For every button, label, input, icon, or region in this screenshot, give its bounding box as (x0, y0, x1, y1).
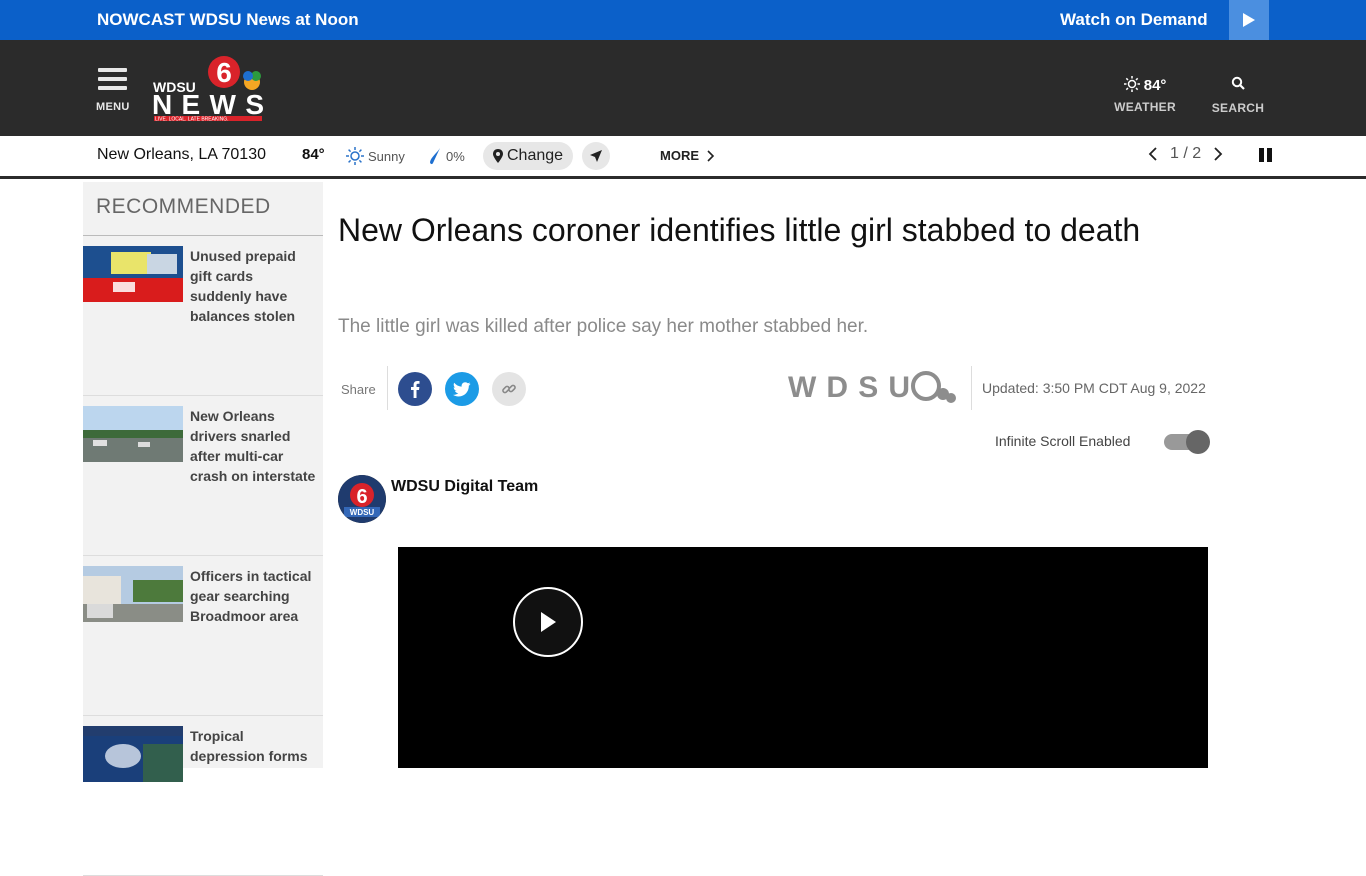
recommended-item[interactable]: Unused prepaid gift cards suddenly have … (83, 236, 323, 396)
change-location-button[interactable]: Change (483, 142, 574, 170)
facebook-icon (411, 381, 420, 398)
hamburger-icon-line (98, 77, 127, 81)
copy-link-button[interactable] (492, 372, 526, 406)
weather-more-button[interactable]: MORE (660, 148, 715, 163)
weather-location: New Orleans, LA 70130 (97, 146, 266, 163)
svg-text:6: 6 (216, 57, 232, 88)
weather-pager: 1 / 2 (1148, 145, 1223, 163)
thumbnail-interstate (83, 406, 183, 462)
weather-strip: New Orleans, LA 70130 84° Sunny 0% Chang… (0, 136, 1366, 179)
header-weather-button[interactable]: 84° WEATHER (1112, 76, 1178, 114)
wdsu-brand-logo: WDSU (788, 371, 956, 404)
recommended-item[interactable]: Officers in tactical gear searching Broa… (83, 556, 323, 716)
hamburger-icon (98, 68, 127, 72)
watch-on-demand-link[interactable]: Watch on Demand (1060, 0, 1208, 40)
recommended-item[interactable]: New Orleans drivers snarled after multi-… (83, 396, 323, 556)
link-icon (502, 384, 516, 394)
recommended-item-title: Officers in tactical gear searching Broa… (190, 568, 312, 624)
weather-precip: 0% (428, 147, 465, 165)
header-search-button[interactable]: SEARCH (1208, 76, 1268, 115)
sun-icon (1123, 76, 1140, 92)
svg-text:6: 6 (356, 486, 367, 508)
video-play-button[interactable] (513, 587, 583, 657)
hamburger-icon-line (98, 86, 127, 90)
recommended-item-title: Tropical depression forms (190, 728, 308, 764)
menu-label: MENU (96, 101, 130, 113)
twitter-icon (453, 381, 471, 396)
article-headline: New Orleans coroner identifies little gi… (338, 212, 1141, 248)
chevron-right-icon (707, 149, 715, 162)
weather-condition: Sunny (346, 147, 405, 165)
watch-on-demand-play-button[interactable] (1229, 0, 1269, 40)
map-pin-icon (493, 149, 503, 163)
author-avatar[interactable]: 6 WDSU (338, 475, 386, 523)
updated-timestamp: Updated: 3:50 PM CDT Aug 9, 2022 (982, 380, 1206, 396)
recommended-heading: RECOMMENDED (96, 195, 271, 218)
raindrop-icon (430, 148, 440, 165)
chevron-right-icon[interactable] (1213, 147, 1223, 161)
recommended-item[interactable]: Tropical depression forms (83, 716, 323, 876)
pager-count: 1 / 2 (1170, 145, 1202, 162)
header-search-label: SEARCH (1211, 101, 1265, 115)
author-name[interactable]: WDSU Digital Team (391, 478, 538, 496)
geolocate-button[interactable] (582, 142, 610, 170)
play-icon (541, 612, 556, 632)
facebook-share-button[interactable] (398, 372, 432, 406)
wdsu-news-logo[interactable]: 6 WDSU NEWS LIVE. LOCAL. LATE BREAKING. (152, 52, 272, 124)
toggle-knob (1186, 430, 1210, 454)
weather-temp: 84° (302, 146, 325, 163)
video-player[interactable] (398, 547, 1208, 768)
recommended-sidebar: RECOMMENDED Unused prepaid gift cards su… (83, 182, 323, 876)
header-weather-label: WEATHER (1114, 100, 1176, 114)
recommended-item-title: New Orleans drivers snarled after multi-… (190, 408, 316, 484)
twitter-share-button[interactable] (445, 372, 479, 406)
menu-button[interactable]: MENU (96, 68, 130, 114)
thumbnail-giftcards (83, 246, 183, 302)
search-icon (1231, 76, 1245, 90)
site-header: MENU 6 WDSU NEWS LIVE. LOCAL. LATE BREAK… (0, 40, 1366, 136)
pause-icon[interactable] (1259, 148, 1273, 162)
article-dek: The little girl was killed after police … (338, 316, 869, 337)
thumbnail-broadmoor (83, 566, 183, 622)
recommended-item-title: Unused prepaid gift cards suddenly have … (190, 248, 296, 324)
sun-icon (346, 147, 364, 165)
svg-text:WDSU: WDSU (788, 371, 910, 404)
header-weather-temp: 84° (1112, 76, 1178, 94)
thumbnail-tropical-map (83, 726, 183, 782)
nowcast-live-link[interactable]: NOWCAST WDSU News at Noon (97, 0, 359, 40)
share-label: Share (341, 382, 376, 397)
nowcast-bar: NOWCAST WDSU News at Noon Watch on Deman… (0, 0, 1366, 40)
infinite-scroll-toggle[interactable] (1164, 430, 1210, 454)
pause-bar (1267, 148, 1272, 162)
location-arrow-icon (590, 150, 602, 162)
infinite-scroll-label: Infinite Scroll Enabled (995, 433, 1131, 449)
divider (387, 366, 388, 410)
chevron-left-icon[interactable] (1148, 147, 1158, 161)
divider (971, 366, 972, 410)
pause-bar (1259, 148, 1264, 162)
svg-text:WDSU: WDSU (350, 508, 375, 517)
play-icon (1243, 13, 1255, 27)
svg-text:NEWS: NEWS (152, 89, 264, 120)
svg-text:LIVE. LOCAL. LATE BREAKING.: LIVE. LOCAL. LATE BREAKING. (155, 117, 229, 123)
